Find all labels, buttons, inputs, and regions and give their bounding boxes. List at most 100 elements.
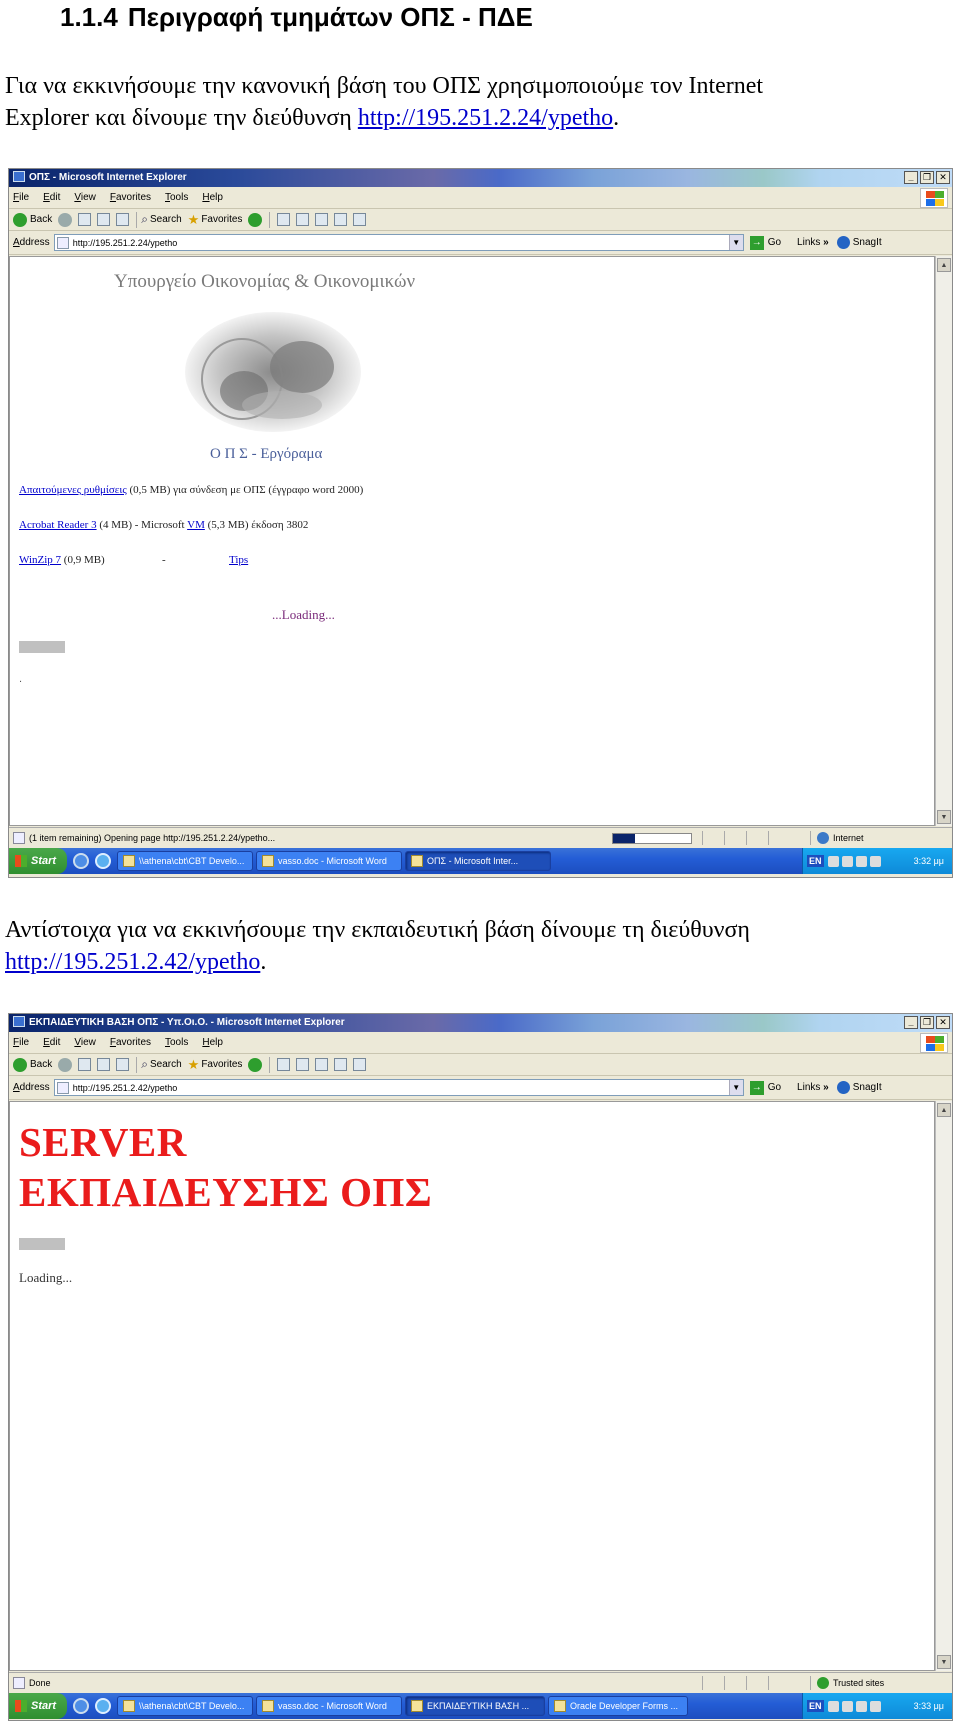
minimize-button[interactable]: _ — [904, 1016, 918, 1029]
mail-icon[interactable] — [296, 213, 310, 226]
refresh-icon[interactable] — [97, 213, 111, 226]
menu-help[interactable]: Help — [202, 1037, 223, 1048]
back-arrow-icon[interactable] — [13, 1057, 27, 1072]
home-icon[interactable] — [116, 1058, 130, 1071]
vertical-scrollbar[interactable]: ▲ ▼ — [935, 1101, 952, 1671]
scroll-up-icon[interactable]: ▲ — [937, 1103, 951, 1117]
scroll-down-icon[interactable]: ▼ — [937, 810, 951, 824]
task-button-explorer[interactable]: \\athena\cbt\CBT Develo... — [117, 851, 253, 871]
paragraph-line: Για να εκκινήσουμε την κανονική βάση του… — [5, 73, 764, 99]
menu-edit[interactable]: Edit — [43, 1037, 60, 1048]
maximize-button[interactable]: ❐ — [920, 171, 934, 184]
quicklaunch-ie2-icon[interactable] — [95, 1698, 111, 1714]
messenger-icon[interactable] — [353, 213, 367, 226]
required-settings-link[interactable]: Απαιτούμενες ρυθμίσεις — [19, 484, 127, 496]
print-icon[interactable] — [315, 1058, 329, 1071]
maximize-button[interactable]: ❐ — [920, 1016, 934, 1029]
training-url-link[interactable]: http://195.251.2.42/ypetho — [5, 949, 260, 975]
address-dropdown-icon[interactable]: ▼ — [728, 1080, 743, 1095]
links-button[interactable]: Links » — [797, 237, 829, 248]
vertical-scrollbar[interactable]: ▲ ▼ — [935, 256, 952, 826]
language-indicator[interactable]: EN — [807, 855, 824, 867]
messenger-icon[interactable] — [353, 1058, 367, 1071]
address-input[interactable]: http://195.251.2.24/ypetho ▼ — [53, 234, 744, 251]
task-button-word[interactable]: vasso.doc - Microsoft Word — [256, 1696, 402, 1716]
stop-icon[interactable] — [78, 213, 92, 226]
back-button[interactable]: Back — [30, 214, 52, 225]
favorites-star-icon[interactable]: ★ — [188, 212, 200, 228]
start-button[interactable]: Start — [9, 1693, 67, 1719]
language-indicator[interactable]: EN — [807, 1700, 824, 1712]
tray-volume-icon[interactable] — [841, 1700, 853, 1712]
forward-arrow-icon[interactable] — [58, 212, 73, 227]
edit-icon[interactable] — [334, 213, 348, 226]
stop-icon[interactable] — [78, 1058, 92, 1071]
menu-help[interactable]: Help — [202, 192, 223, 203]
tray-security-icon[interactable] — [855, 1700, 867, 1712]
tray-volume-icon[interactable] — [841, 855, 853, 867]
search-icon[interactable]: ⌕ — [141, 212, 148, 227]
close-button[interactable]: ✕ — [936, 171, 950, 184]
search-button[interactable]: Search — [150, 214, 182, 225]
tips-link[interactable]: Tips — [229, 554, 248, 566]
tray-snagit-icon[interactable] — [869, 855, 881, 867]
media-icon[interactable] — [248, 1057, 263, 1072]
task-button-word[interactable]: vasso.doc - Microsoft Word — [256, 851, 402, 871]
snagit-button[interactable]: SnagIt — [836, 1081, 882, 1094]
task-button-explorer[interactable]: \\athena\cbt\CBT Develo... — [117, 1696, 253, 1716]
menu-favorites[interactable]: Favorites — [110, 1037, 151, 1048]
address-dropdown-icon[interactable]: ▼ — [728, 235, 743, 250]
history-icon[interactable] — [277, 1058, 291, 1071]
home-icon[interactable] — [116, 213, 130, 226]
quicklaunch-ie-icon[interactable] — [73, 853, 89, 869]
menu-tools[interactable]: Tools — [165, 192, 188, 203]
mail-icon[interactable] — [296, 1058, 310, 1071]
task-button-oracle[interactable]: Oracle Developer Forms ... — [548, 1696, 688, 1716]
quicklaunch-ie2-icon[interactable] — [95, 853, 111, 869]
production-url-link[interactable]: http://195.251.2.24/ypetho — [358, 105, 613, 131]
close-button[interactable]: ✕ — [936, 1016, 950, 1029]
history-icon[interactable] — [277, 213, 291, 226]
media-icon[interactable] — [248, 212, 263, 227]
window-titlebar[interactable]: ΟΠΣ - Microsoft Internet Explorer _ ❐ ✕ — [9, 169, 952, 187]
start-button[interactable]: Start — [9, 848, 67, 874]
menu-favorites[interactable]: Favorites — [110, 192, 151, 203]
menu-view[interactable]: View — [74, 192, 96, 203]
search-button[interactable]: Search — [150, 1059, 182, 1070]
tray-network-icon[interactable] — [827, 1700, 839, 1712]
back-button[interactable]: Back — [30, 1059, 52, 1070]
edit-icon[interactable] — [334, 1058, 348, 1071]
task-label: vasso.doc - Microsoft Word — [278, 1701, 387, 1711]
window-titlebar[interactable]: ΕΚΠΑΙΔΕΥΤΙΚΗ ΒΑΣΗ ΟΠΣ - Υπ.Οι.Ο. - Micro… — [9, 1014, 952, 1032]
microsoft-vm-link[interactable]: VM — [187, 519, 205, 531]
menu-tools[interactable]: Tools — [165, 1037, 188, 1048]
menu-file[interactable]: File — [13, 192, 29, 203]
tray-security-icon[interactable] — [855, 855, 867, 867]
task-button-ie[interactable]: ΕΚΠΑΙΔΕΥΤΙΚΗ ΒΑΣΗ ... — [405, 1696, 545, 1716]
scroll-down-icon[interactable]: ▼ — [937, 1655, 951, 1669]
winzip-link[interactable]: WinZip 7 — [19, 554, 61, 566]
acrobat-reader-link[interactable]: Acrobat Reader 3 — [19, 519, 97, 531]
scroll-up-icon[interactable]: ▲ — [937, 258, 951, 272]
go-button[interactable]: → Go — [749, 235, 781, 250]
minimize-button[interactable]: _ — [904, 171, 918, 184]
favorites-button[interactable]: Favorites — [201, 1059, 242, 1070]
forward-arrow-icon[interactable] — [58, 1057, 73, 1072]
quicklaunch-ie-icon[interactable] — [73, 1698, 89, 1714]
address-input[interactable]: http://195.251.2.42/ypetho ▼ — [53, 1079, 744, 1096]
menu-view[interactable]: View — [74, 1037, 96, 1048]
tray-snagit-icon[interactable] — [869, 1700, 881, 1712]
refresh-icon[interactable] — [97, 1058, 111, 1071]
task-button-ie[interactable]: ΟΠΣ - Microsoft Inter... — [405, 851, 551, 871]
menu-file[interactable]: File — [13, 1037, 29, 1048]
back-arrow-icon[interactable] — [13, 212, 27, 227]
snagit-button[interactable]: SnagIt — [836, 236, 882, 249]
search-icon[interactable]: ⌕ — [141, 1057, 148, 1072]
favorites-star-icon[interactable]: ★ — [188, 1057, 200, 1073]
print-icon[interactable] — [315, 213, 329, 226]
menu-edit[interactable]: Edit — [43, 192, 60, 203]
favorites-button[interactable]: Favorites — [201, 214, 242, 225]
tray-network-icon[interactable] — [827, 855, 839, 867]
go-button[interactable]: → Go — [749, 1080, 781, 1095]
links-button[interactable]: Links » — [797, 1082, 829, 1093]
